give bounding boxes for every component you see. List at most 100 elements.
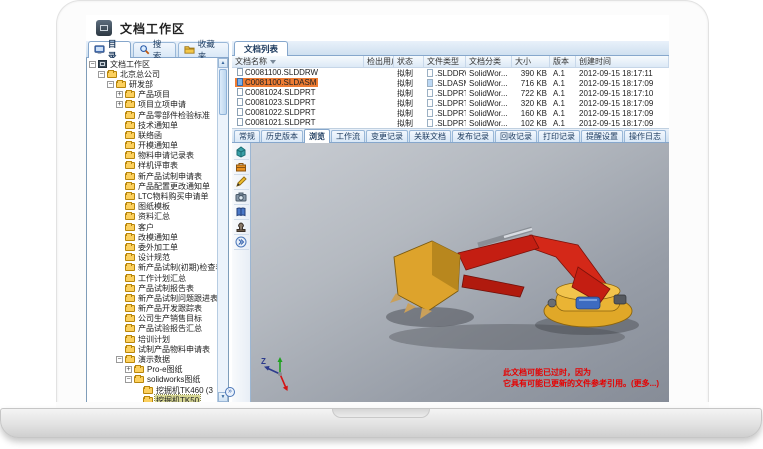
tree-item[interactable]: 新产品试制申请表 [87,171,217,181]
viewer-canvas[interactable]: Z 此文档可能已过时，因为 它具有可能已更新的文件参考引用。(更多...) [251,143,669,403]
tree-item[interactable]: −solidworks图纸 [87,375,217,385]
tree-item[interactable]: 公司生产销售目标 [87,314,217,324]
tree-item[interactable]: 设计规范 [87,253,217,263]
tree-item[interactable]: +项目立项申请 [87,100,217,110]
part-icon[interactable] [234,145,249,160]
tab-general[interactable]: 常规 [234,130,260,142]
column-header[interactable]: 文档分类 [466,56,512,67]
tree-item[interactable]: 开模通知单 [87,141,217,151]
book-icon[interactable] [234,205,249,220]
column-header[interactable]: 检出用户 [364,56,394,67]
column-header[interactable]: 状态 [394,56,424,67]
document-table: 文档名称 检出用户状态 文件类型文档分类大小版本创建时间 C0081100.SLDD… [232,56,669,129]
column-header[interactable]: 创建时间 [576,56,669,67]
tab-history[interactable]: 历史版本 [261,130,303,142]
tab-operation-log[interactable]: 操作日志 [624,130,666,142]
toolbox-icon[interactable] [234,160,249,175]
pencil-icon[interactable] [234,175,249,190]
tree-scrollbar[interactable]: ▲ ▼ [217,58,228,402]
tab-search[interactable]: 搜索 [133,42,176,57]
tab-document-list[interactable]: 文档列表 [234,41,288,56]
table-row[interactable]: C0081021.SLDPRT拟制.SLDPRTSolidWor...102 K… [232,118,669,128]
collapse-tree-button[interactable]: » [225,387,235,397]
tree-item[interactable]: −北京总公司 [87,69,217,79]
table-row[interactable]: C0081023.SLDPRT拟制.SLDPRTSolidWor...320 K… [232,98,669,108]
chevron-right-icon[interactable] [234,235,249,250]
tree-item[interactable]: 技术通知单 [87,120,217,130]
tree-item[interactable]: 图纸模板 [87,202,217,212]
column-header[interactable]: 文档名称 [232,56,364,67]
camera-icon[interactable] [234,190,249,205]
tree-item[interactable]: LTC物料购买申请单 [87,191,217,201]
tab-related-docs[interactable]: 关联文档 [409,130,451,142]
created-time: 2012-09-15 18:17:09 [576,119,669,128]
tab-preview[interactable]: 浏览 [304,129,330,143]
collapse-icon[interactable]: − [107,81,114,88]
tree-item[interactable]: 培训计划 [87,334,217,344]
tab-favorites[interactable]: 收藏夹 [178,42,229,57]
tree-item[interactable]: +Pro-e图纸 [87,365,217,375]
folder-icon [125,325,135,332]
column-header-label: 文档名称 [235,56,267,67]
tree-item[interactable]: 挖掘机TK50 [87,395,217,402]
tab-reminder-settings[interactable]: 提醒设置 [581,130,623,142]
tab-print-records[interactable]: 打印记录 [538,130,580,142]
version: A.1 [550,109,576,118]
table-row[interactable]: C0081100.SLDDRW拟制.SLDDRWSolidWor...390 K… [232,68,669,78]
tree-item[interactable]: 新产品试制问题跟进表 [87,293,217,303]
tree-item[interactable]: −演示数据 [87,354,217,364]
tree-item[interactable]: 联络函 [87,130,217,140]
expand-icon[interactable]: + [116,101,123,108]
tree-item[interactable]: 资料汇总 [87,212,217,222]
file-size: 716 KB [512,79,550,88]
tab-publish-records[interactable]: 发布记录 [452,130,494,142]
tree-item[interactable]: 改模通知单 [87,232,217,242]
tree-item[interactable]: 工作计划汇总 [87,273,217,283]
column-header[interactable]: 文件类型 [424,56,466,67]
tree-item[interactable]: 产品试验报告汇总 [87,324,217,334]
tree-item[interactable]: 挖掘机TK460 (3 [87,385,217,395]
part-file-icon [237,108,243,116]
document-name: C0081023.SLDPRT [245,98,316,107]
folder-icon [125,254,135,261]
tree-item[interactable]: 客户 [87,222,217,232]
folder-icon [125,101,135,108]
tree-item[interactable]: 物料申请记录表 [87,151,217,161]
reference-warning-text[interactable]: 此文档可能已过时，因为 它具有可能已更新的文件参考引用。(更多...) [503,367,659,389]
scroll-up-icon[interactable]: ▲ [218,58,228,68]
tree-item[interactable]: 产品试制报告表 [87,283,217,293]
tree-item[interactable]: −文档工作区 [87,59,217,69]
collapse-icon[interactable]: − [116,356,123,363]
tab-workflow[interactable]: 工作流 [331,130,365,142]
table-row[interactable]: C0081024.SLDPRT拟制.SLDPRTSolidWor...722 K… [232,88,669,98]
column-header-label: 文件类型 [427,56,459,67]
tree-item[interactable]: +产品项目 [87,90,217,100]
tree-item[interactable]: 样机评审表 [87,161,217,171]
tree-item[interactable]: −研发部 [87,79,217,89]
scroll-thumb[interactable] [219,69,227,115]
tree-item[interactable]: 新产品开发跟踪表 [87,304,217,314]
document-name: C0081024.SLDPRT [245,88,316,97]
tab-change-records[interactable]: 变更记录 [366,130,408,142]
table-row[interactable]: C0081100.SLDASM拟制.SLDASMSolidWor...716 K… [232,78,669,88]
status-text: 拟制 [394,118,424,129]
tree-item[interactable]: 新产品试制(初期)检查表 [87,263,217,273]
expand-icon[interactable]: + [125,366,132,373]
tree-item[interactable]: 产品配置更改通知单 [87,181,217,191]
tab-recycle-records[interactable]: 回收记录 [495,130,537,142]
stamp-icon[interactable] [234,220,249,235]
tree-item[interactable]: 产品零部件检验标准 [87,110,217,120]
collapse-icon[interactable]: − [98,71,105,78]
expand-icon[interactable]: + [116,91,123,98]
tree-item[interactable]: 试制产品物料申请表 [87,344,217,354]
column-header[interactable]: 大小 [512,56,550,67]
table-row[interactable]: C0081022.SLDPRT拟制.SLDPRTSolidWor...160 K… [232,108,669,118]
folder-icon [125,162,135,169]
collapse-icon[interactable]: − [89,61,96,68]
collapse-icon[interactable]: − [125,376,132,383]
tree-item[interactable]: 委外加工单 [87,242,217,252]
column-header[interactable]: 版本 [550,56,576,67]
column-header-label: 状态 [397,56,413,67]
panel-splitter[interactable]: » [229,41,232,403]
tab-directory[interactable]: 目录 [88,41,131,58]
